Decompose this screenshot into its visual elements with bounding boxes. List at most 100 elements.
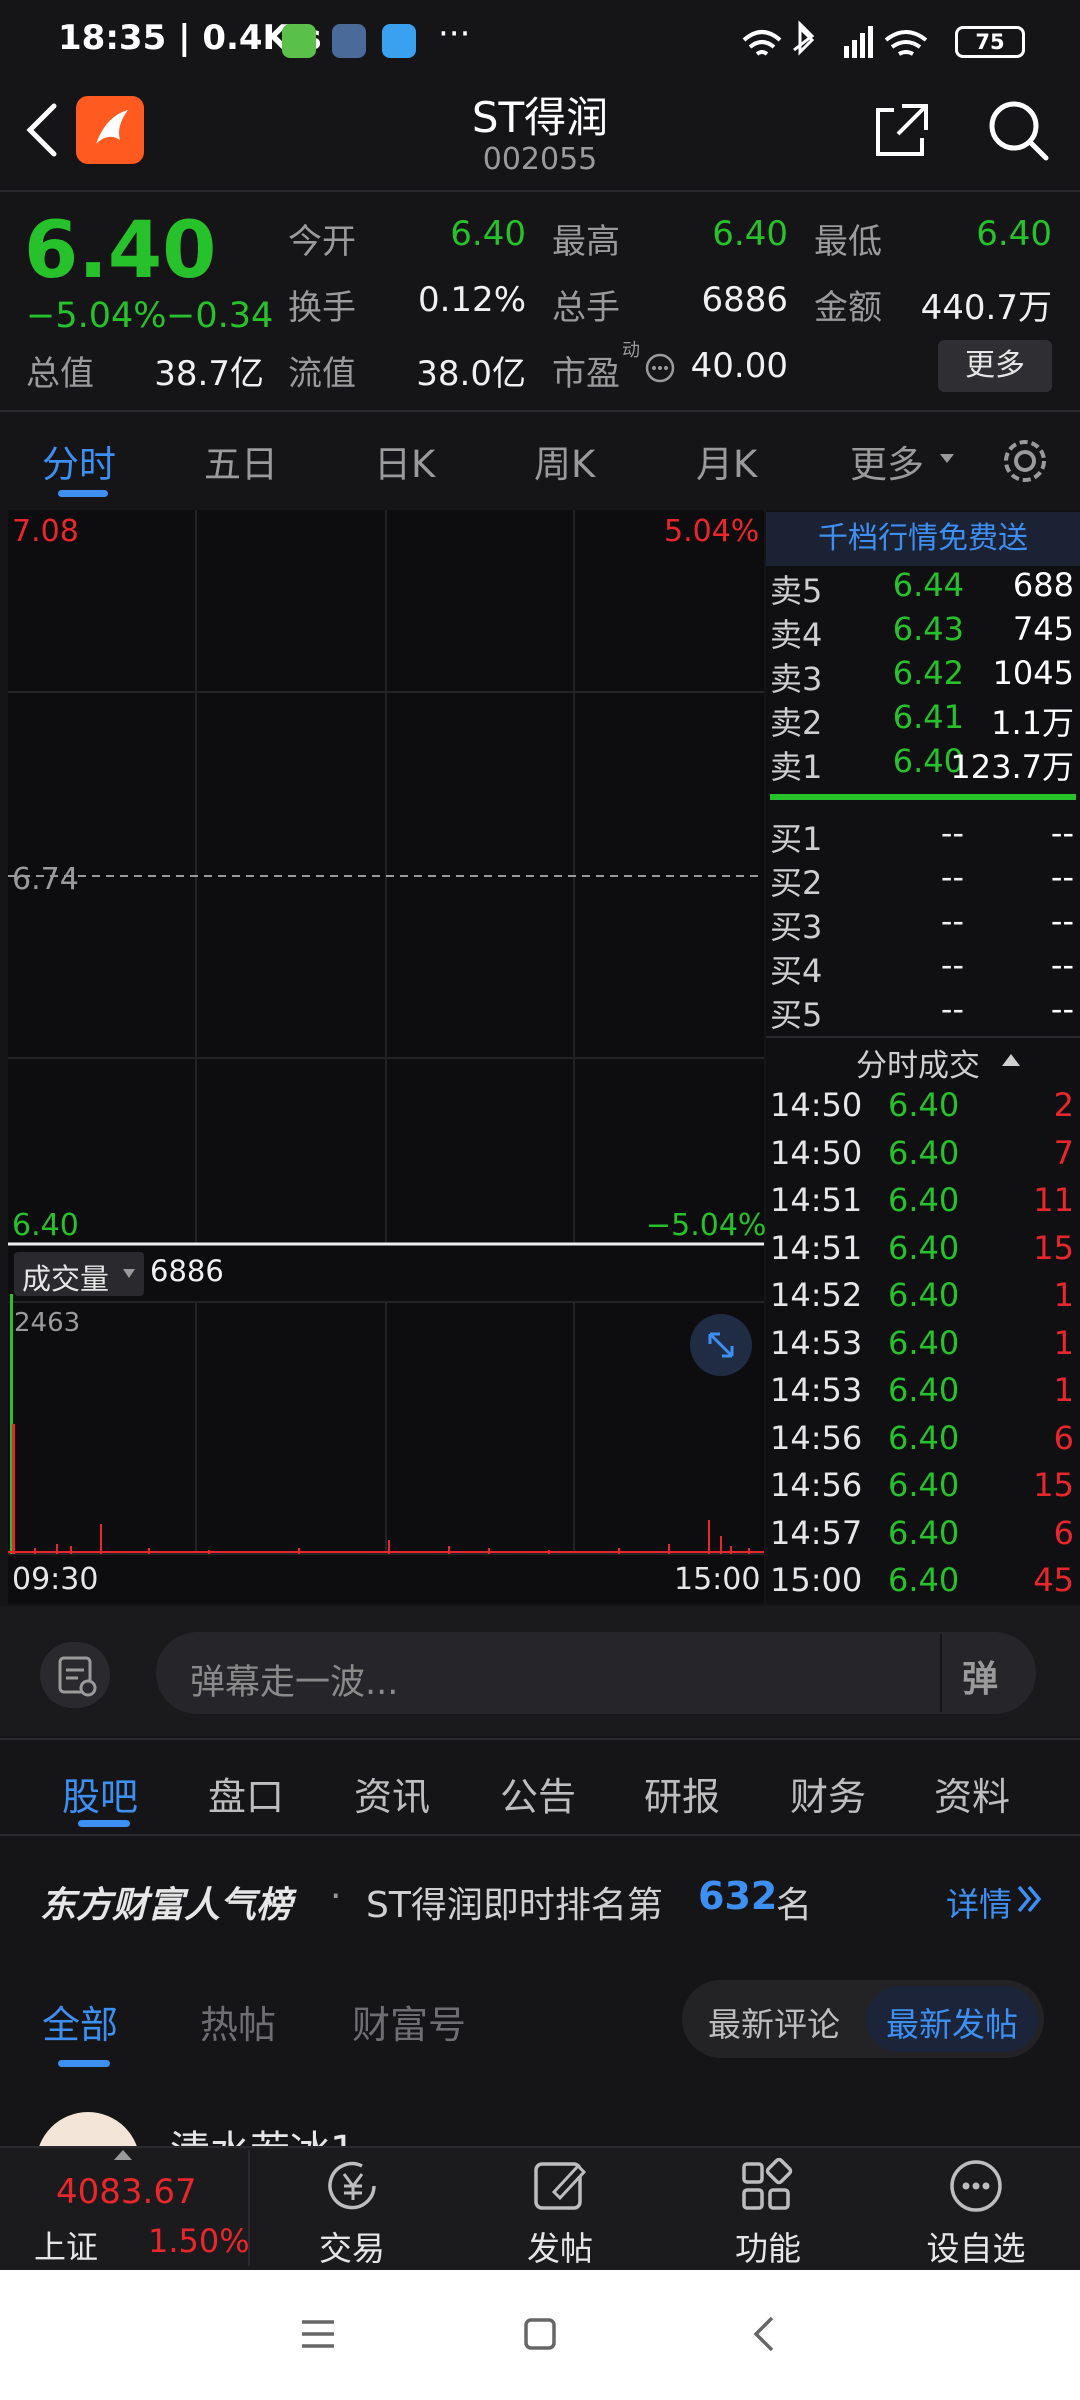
index-change[interactable]: 1.50% [148, 2222, 250, 2260]
mktcap-value: 38.7亿 [154, 354, 264, 394]
intraday-chart[interactable] [8, 510, 764, 1604]
danmu-input[interactable]: 弹幕走一波... [190, 1654, 398, 1705]
grid-icon[interactable] [738, 2158, 794, 2214]
danmu-toggle-button[interactable]: 弹 [962, 1650, 998, 1702]
trade-yen-icon[interactable] [322, 2156, 384, 2216]
amount-value: 440.7万 [920, 288, 1052, 328]
tick-volume: 45 [1033, 1561, 1074, 1599]
float-label: 流值 [288, 354, 356, 394]
bid-row-5: 买5 -- -- [770, 990, 1074, 1034]
amount-label: 金额 [814, 288, 882, 328]
tick-time: 15:00 [770, 1561, 863, 1599]
trade-tick-row: 14:50 6.40 2 [770, 1086, 1076, 1132]
chevron-down-icon [123, 1269, 135, 1278]
trade-tick-row: 14:50 6.40 7 [770, 1134, 1076, 1180]
tab-news[interactable]: 资讯 [354, 1766, 430, 1821]
bid-row-4: 买4 -- -- [770, 946, 1074, 990]
edit-icon[interactable] [530, 2156, 590, 2214]
trade-tick-row: 15:00 6.40 45 [770, 1561, 1076, 1607]
rank-detail-link[interactable]: 详情 [946, 1878, 1012, 1926]
nav-divider [248, 2150, 250, 2266]
open-label: 今开 [288, 222, 356, 262]
tick-volume: 1 [1053, 1323, 1074, 1362]
content-tab-indicator [78, 1820, 130, 1827]
nav-trade[interactable]: 交易 [272, 2222, 432, 2270]
sort-latest-comment[interactable]: 最新评论 [708, 1998, 840, 2046]
quote-more-button[interactable]: 更多 [938, 340, 1052, 392]
more-dots-icon[interactable] [946, 2156, 1006, 2216]
rank-text: ST得润即时排名第 [366, 1885, 663, 1926]
bid-row-2: 买2 -- -- [770, 858, 1074, 902]
tick-price: 6.40 [888, 1466, 960, 1504]
feed-tab-all[interactable]: 全部 [42, 1994, 118, 2049]
time-axis-start: 09:30 [12, 1562, 99, 1597]
tab-daily-k[interactable]: 日K [374, 434, 435, 488]
tab-profile[interactable]: 资料 [934, 1766, 1010, 1821]
trade-tick-row: 14:57 6.40 6 [770, 1514, 1076, 1560]
nav-functions[interactable]: 功能 [688, 2222, 848, 2270]
tab-announcements[interactable]: 公告 [500, 1766, 576, 1821]
tick-time: 14:53 [770, 1323, 863, 1362]
volume-indicator-select[interactable]: 成交量 [14, 1252, 144, 1296]
pct-axis-bottom: −5.04% [646, 1208, 767, 1243]
ticks-title[interactable]: 分时成交 [856, 1040, 980, 1085]
nav-post[interactable]: 发帖 [480, 2222, 640, 2270]
tab-5day[interactable]: 五日 [204, 434, 278, 488]
back-icon[interactable] [22, 102, 62, 158]
time-axis-end: 15:00 [674, 1562, 761, 1597]
rank-dot: · [330, 1876, 342, 1917]
volume-bar [12, 1424, 15, 1554]
tab-pankou[interactable]: 盘口 [208, 1766, 284, 1821]
tab-finance[interactable]: 财务 [790, 1766, 866, 1821]
tab-intraday[interactable]: 分时 [42, 434, 116, 488]
trade-tick-row: 14:53 6.40 1 [770, 1371, 1076, 1417]
search-icon[interactable] [984, 96, 1052, 164]
chevron-down-icon [940, 454, 954, 463]
rank-suffix: 名 [776, 1885, 813, 1926]
low-value: 6.40 [976, 214, 1052, 254]
sort-latest-post[interactable]: 最新发帖 [886, 1998, 1018, 2046]
tab-research[interactable]: 研报 [644, 1766, 720, 1821]
tick-time: 14:50 [770, 1133, 863, 1172]
comment-list-button[interactable] [40, 1642, 110, 1708]
feed-tab-hot[interactable]: 热帖 [200, 1994, 276, 2049]
index-value[interactable]: 4083.67 [56, 2172, 197, 2212]
rank-number: 632 [698, 1874, 778, 1918]
tick-time: 14:53 [770, 1371, 863, 1409]
tab-guba[interactable]: 股吧 [62, 1766, 138, 1821]
trade-tick-row: 14:52 6.40 1 [770, 1276, 1076, 1322]
expand-chart-button[interactable] [690, 1314, 752, 1376]
home-icon[interactable] [520, 2314, 560, 2354]
nav-watchlist[interactable]: 设自选 [896, 2222, 1056, 2270]
tab-monthly-k[interactable]: 月K [696, 434, 757, 488]
pe-value: 40.00 [690, 346, 788, 386]
volume-indicator-label: 成交量 [22, 1262, 110, 1296]
settings-icon[interactable] [998, 434, 1052, 488]
feed-tab-wealth[interactable]: 财富号 [352, 1994, 466, 2049]
pe-label: 市盈 [552, 354, 620, 394]
popularity-rank-bar[interactable]: 东方财富人气榜 · ST得润即时排名第 632 名 详情 [0, 1836, 1080, 1956]
double-chevron-right-icon [1017, 1885, 1042, 1913]
notification-settings-icon [332, 24, 366, 58]
pe-info-icon[interactable] [644, 352, 676, 384]
level2-promo-banner[interactable]: 千档行情免费送 [766, 512, 1080, 566]
tick-price: 6.40 [888, 1323, 960, 1362]
index-toggle-icon[interactable] [112, 2148, 134, 2162]
volume-bar [708, 1520, 710, 1554]
share-icon[interactable] [872, 100, 932, 160]
notification-app-icon [282, 24, 316, 58]
back-nav-icon[interactable] [748, 2314, 782, 2354]
tick-price: 6.40 [888, 1086, 960, 1124]
volume-bar [100, 1524, 102, 1554]
price-axis-bottom: 6.40 [12, 1208, 79, 1243]
tick-time: 14:50 [770, 1086, 863, 1124]
tick-time: 14:57 [770, 1513, 863, 1552]
comment-list-icon [58, 1656, 97, 1697]
tab-more[interactable]: 更多 [850, 434, 924, 488]
change-amount: −0.34 [166, 296, 274, 336]
menu-icon[interactable] [298, 2316, 338, 2352]
trade-tick-row: 14:53 6.40 1 [770, 1324, 1076, 1370]
change-percent: −5.04% [26, 296, 167, 336]
tab-weekly-k[interactable]: 周K [534, 434, 595, 488]
index-name[interactable]: 上证 [34, 2222, 98, 2268]
